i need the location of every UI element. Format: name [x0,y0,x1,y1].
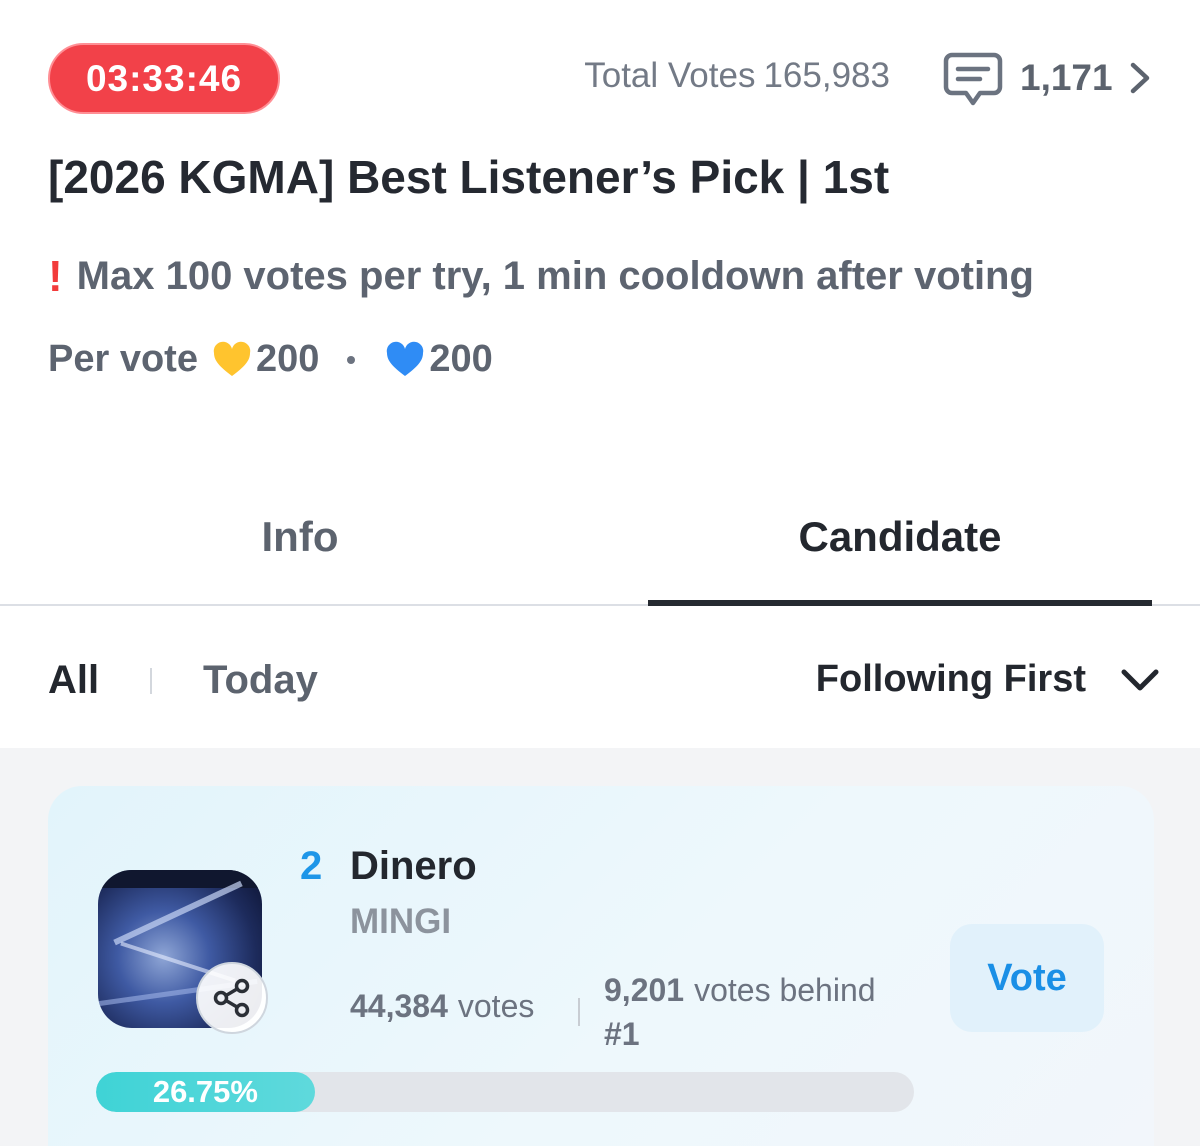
total-votes: Total Votes 165,983 [584,56,890,96]
gold-heart-icon [213,341,251,376]
total-votes-label: Total Votes [584,56,756,95]
share-icon [213,978,250,1018]
separator-dot [347,355,356,364]
filter-divider [150,668,152,694]
tab-bar: Info Candidate [0,470,1200,606]
per-vote-cost: Per vote 200 200 [48,338,493,381]
behind-target: #1 [604,1016,640,1052]
comments-link[interactable]: 1,171 [940,46,1153,110]
vote-page: 03:33:46 Total Votes 165,983 1,171 [2026 … [0,0,1200,1146]
share-button[interactable] [196,962,268,1034]
candidate-song: Dinero [350,844,477,888]
vote-progress-bar: 26.75% [96,1072,914,1112]
notice: ! Max 100 votes per try, 1 min cooldown … [48,254,1034,299]
candidate-artist: MINGI [350,902,452,941]
blue-heart-icon [387,341,424,376]
tab-info[interactable]: Info [0,470,600,604]
votes-unit: votes [457,988,535,1024]
tab-candidate[interactable]: Candidate [648,470,1152,604]
progress-fill: 26.75% [96,1072,315,1112]
blue-amount: 200 [429,338,493,380]
page-title: [2026 KGMA] Best Listener’s Pick | 1st [48,151,890,203]
comment-count: 1,171 [1020,57,1113,98]
progress-percent: 26.75% [152,1074,258,1109]
exclamation-icon: ! [48,251,63,301]
per-vote-label: Per vote [48,338,198,380]
notice-text: Max 100 votes per try, 1 min cooldown af… [76,254,1034,298]
votes-behind: 9,201 votes behind #1 [604,968,924,1056]
candidate-rank: 2 [300,844,323,888]
chevron-right-icon [1130,62,1149,94]
vote-button[interactable]: Vote [950,924,1104,1032]
behind-text: votes behind [694,972,876,1008]
comment-icon [943,52,1003,106]
sort-label: Following First [815,658,1086,700]
candidate-list: 2 Dinero MINGI 44,384 votes 9,201 votes be… [0,748,1200,1146]
filter-all[interactable]: All [48,658,99,703]
sort-dropdown[interactable]: Following First [816,658,1160,701]
votes-value: 44,384 [350,988,448,1024]
total-votes-value: 165,983 [763,56,890,95]
candidate-votes: 44,384 votes [350,988,534,1025]
countdown-timer: 03:33:46 [48,43,280,114]
gold-amount: 200 [255,338,320,380]
filter-bar: All Today Following First [0,606,1200,748]
filter-today[interactable]: Today [203,658,318,703]
chevron-down-icon [1121,669,1159,690]
candidate-card[interactable]: 2 Dinero MINGI 44,384 votes 9,201 votes be… [48,786,1154,1146]
behind-value: 9,201 [604,972,685,1008]
votes-divider [578,998,580,1026]
